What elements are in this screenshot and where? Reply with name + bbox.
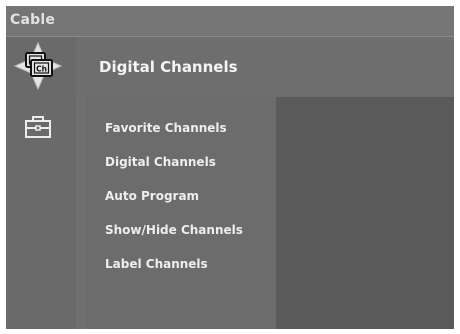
menu-item-favorite-channels[interactable]: Favorite Channels: [105, 121, 227, 135]
channel-icon[interactable]: Ch: [13, 41, 63, 91]
menu-item-show-hide-channels[interactable]: Show/Hide Channels: [105, 223, 243, 237]
toolbox-icon[interactable]: [24, 113, 52, 139]
menu-item-label-channels[interactable]: Label Channels: [105, 257, 208, 271]
channel-icon-label: Ch: [36, 65, 47, 74]
menu-item-digital-channels[interactable]: Digital Channels: [105, 155, 216, 169]
page-title: Digital Channels: [99, 58, 238, 76]
menu-panel: Favorite Channels Digital Channels Auto …: [86, 97, 276, 329]
source-title: Cable: [10, 12, 56, 28]
header-band: Digital Channels: [76, 37, 454, 97]
menu-item-auto-program[interactable]: Auto Program: [105, 189, 199, 203]
preview-panel: [276, 97, 454, 329]
toolbox-icon-graphic: [25, 116, 51, 138]
top-bar: Cable: [6, 6, 454, 37]
channel-icon-graphic: Ch: [13, 41, 63, 91]
tv-menu-screen: Cable Digital Channels Favorite Channels…: [6, 6, 454, 329]
